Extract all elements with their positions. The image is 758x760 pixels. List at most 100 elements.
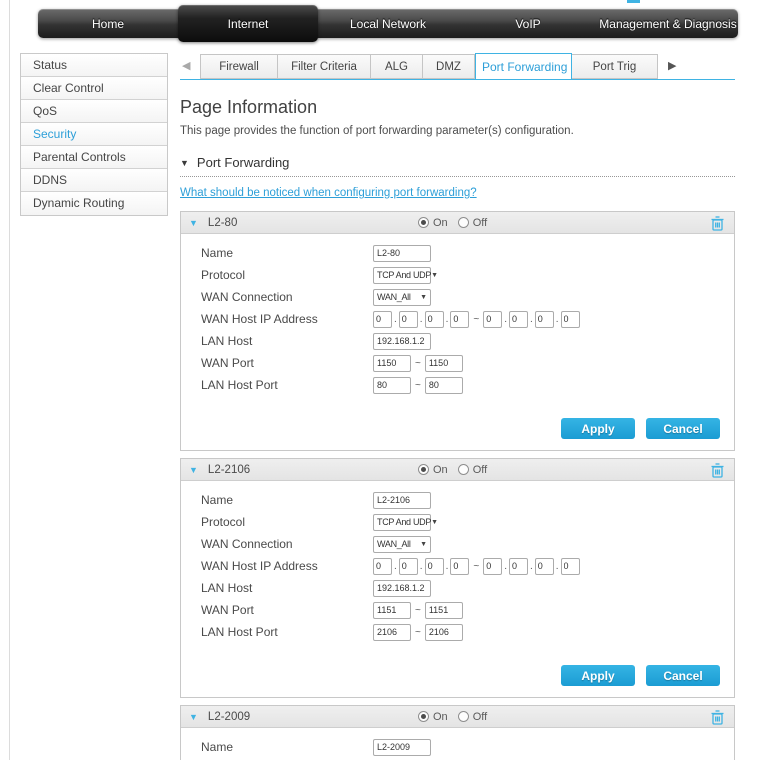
ip-to-octet-2[interactable] (508, 310, 528, 328)
radio-off-label: Off (472, 710, 488, 723)
sidebar-item-parental-controls[interactable]: Parental Controls (21, 146, 167, 169)
tab-filter-criteria[interactable]: Filter Criteria (278, 54, 371, 79)
dot-separator: . (504, 560, 507, 572)
nav-item-voip[interactable]: VoIP (458, 9, 598, 38)
sidebar-item-status[interactable]: Status (21, 54, 167, 77)
trash-icon[interactable] (711, 463, 724, 478)
sidebar-item-clear-control[interactable]: Clear Control (21, 77, 167, 100)
ip-to-octet-1[interactable] (483, 310, 503, 328)
lan-port-from-input[interactable] (373, 376, 411, 394)
ip-from-octet-1[interactable] (373, 557, 392, 575)
range-separator: ~ (415, 626, 421, 638)
collapse-icon[interactable]: ▼ (189, 218, 198, 228)
wan-connection-value: WAN_All (377, 539, 411, 549)
wan-connection-select[interactable]: WAN_All ▼ (373, 288, 431, 306)
tab-port-forwarding[interactable]: Port Forwarding (475, 53, 572, 80)
nav-item-internet[interactable]: Internet (178, 5, 318, 42)
ip-from-octet-2[interactable] (398, 310, 418, 328)
lan-port-to-input[interactable] (424, 376, 463, 394)
lan-host-input[interactable] (373, 579, 431, 597)
tab-dmz[interactable]: DMZ (423, 54, 475, 79)
panel-title: L2-80 (207, 216, 238, 229)
sidebar-item-dynamic-routing[interactable]: Dynamic Routing (21, 192, 167, 215)
dot-separator: . (394, 560, 397, 572)
radio-off[interactable] (457, 464, 469, 475)
wan-port-to-input[interactable] (424, 354, 463, 372)
tab-port-triggering[interactable]: Port Trig (572, 54, 658, 79)
tab-scroll-right-icon[interactable]: ▶ (668, 59, 676, 73)
sidebar: Status Clear Control QoS Security Parent… (20, 53, 168, 216)
cancel-button[interactable]: Cancel (646, 418, 720, 439)
protocol-select[interactable]: TCP And UDP ▼ (373, 266, 438, 284)
enable-radio-group: On Off (418, 464, 497, 476)
sidebar-item-security[interactable]: Security (21, 123, 167, 146)
name-input[interactable] (373, 244, 431, 262)
dot-separator: . (394, 313, 397, 325)
dot-separator: . (445, 560, 449, 572)
ip-to-octet-4[interactable] (560, 310, 580, 328)
collapse-icon[interactable]: ▼ (189, 712, 198, 722)
ip-from-octet-4[interactable] (450, 557, 470, 575)
panel-header[interactable]: ▼ L2-2106 On Off (181, 459, 734, 481)
wan-port-from-input[interactable] (373, 601, 411, 619)
dropdown-arrow-icon: ▼ (431, 518, 438, 526)
panel-header[interactable]: ▼ L2-2009 On Off (181, 706, 734, 728)
protocol-label: Protocol (201, 515, 246, 529)
lan-host-input[interactable] (373, 332, 431, 350)
tab-strip: ◀ Firewall Filter Criteria ALG DMZ Port … (180, 53, 735, 80)
lan-port-from-input[interactable] (373, 623, 411, 641)
nav-item-local-network[interactable]: Local Network (318, 9, 458, 38)
ip-to-octet-1[interactable] (483, 557, 503, 575)
tab-firewall[interactable]: Firewall (200, 54, 278, 79)
dropdown-arrow-icon: ▼ (420, 293, 427, 301)
trash-icon[interactable] (711, 710, 724, 725)
wan-connection-value: WAN_All (377, 292, 411, 302)
section-collapse-icon[interactable]: ▼ (180, 158, 189, 168)
panel-header[interactable]: ▼ L2-80 On Off (181, 212, 734, 234)
radio-on[interactable] (418, 464, 429, 475)
apply-button[interactable]: Apply (561, 665, 635, 686)
radio-on[interactable] (418, 711, 429, 722)
section-divider (180, 176, 735, 177)
ip-to-octet-3[interactable] (534, 557, 554, 575)
section-header[interactable]: ▼ Port Forwarding (180, 155, 735, 170)
port-forwarding-help-link[interactable]: What should be noticed when configuring … (180, 187, 477, 199)
radio-off-label: Off (472, 463, 488, 476)
radio-off[interactable] (457, 217, 469, 228)
collapse-icon[interactable]: ▼ (189, 465, 198, 475)
ip-to-octet-4[interactable] (560, 557, 580, 575)
tab-alg[interactable]: ALG (371, 54, 423, 79)
tab-scroll-left-icon[interactable]: ◀ (182, 59, 190, 73)
top-navigation: Home Internet Local Network VoIP Managem… (38, 5, 738, 42)
lan-port-to-input[interactable] (424, 623, 463, 641)
trash-icon[interactable] (711, 216, 724, 231)
ip-from-octet-4[interactable] (450, 310, 470, 328)
sidebar-item-qos[interactable]: QoS (21, 100, 167, 123)
enable-radio-group: On Off (418, 711, 497, 723)
dropdown-arrow-icon: ▼ (420, 540, 427, 548)
wan-port-from-input[interactable] (373, 354, 411, 372)
dot-separator: . (529, 313, 533, 325)
apply-button[interactable]: Apply (561, 418, 635, 439)
nav-item-management-diagnosis[interactable]: Management & Diagnosis (598, 9, 738, 38)
name-input[interactable] (373, 491, 431, 509)
ip-to-octet-3[interactable] (534, 310, 554, 328)
ip-from-octet-2[interactable] (398, 557, 418, 575)
ip-to-octet-2[interactable] (508, 557, 528, 575)
cancel-button[interactable]: Cancel (646, 665, 720, 686)
window-left-border (9, 0, 10, 760)
ip-from-octet-1[interactable] (373, 310, 392, 328)
wan-port-to-input[interactable] (424, 601, 463, 619)
name-input[interactable] (373, 738, 431, 756)
wan-port-label: WAN Port (201, 356, 254, 370)
radio-off-label: Off (472, 216, 488, 229)
ip-from-octet-3[interactable] (424, 310, 444, 328)
radio-on[interactable] (418, 217, 429, 228)
wan-connection-select[interactable]: WAN_All ▼ (373, 535, 431, 553)
nav-item-home[interactable]: Home (38, 9, 178, 38)
ip-from-octet-3[interactable] (424, 557, 444, 575)
dropdown-arrow-icon: ▼ (431, 271, 438, 279)
radio-off[interactable] (457, 711, 469, 722)
sidebar-item-ddns[interactable]: DDNS (21, 169, 167, 192)
protocol-select[interactable]: TCP And UDP ▼ (373, 513, 438, 531)
